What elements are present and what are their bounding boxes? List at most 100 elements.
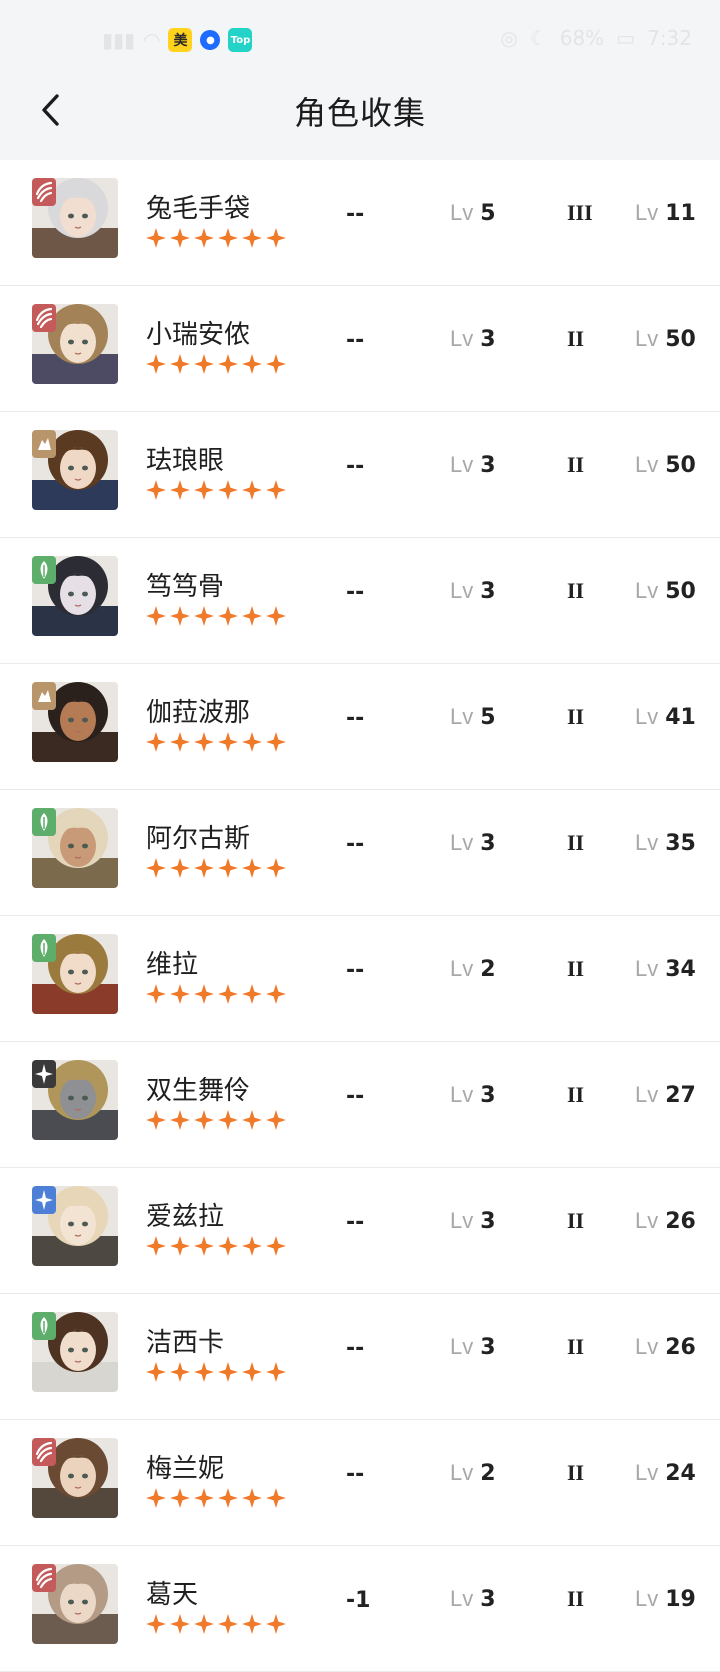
top-bar: ▮▮▮ ◠ 美 ● Top ◎ ☾ 68% ▭ 7:32 角色收集 [0, 0, 720, 160]
character-level: Lv 35 [635, 830, 696, 856]
lv-number: 27 [665, 1083, 696, 1108]
star-icon [266, 228, 286, 248]
lv-label: Lv [450, 1586, 474, 1611]
star-icon [170, 480, 190, 500]
lv-label: Lv [635, 452, 659, 477]
star-icon [194, 480, 214, 500]
star-icon [146, 606, 166, 626]
character-row[interactable]: 小瑞安侬 -- Lv 3 II Lv 50 [0, 286, 720, 412]
character-row[interactable]: 洁西卡 -- Lv 3 II Lv 26 [0, 1294, 720, 1420]
status-bar: ▮▮▮ ◠ 美 ● Top ◎ ☾ 68% ▭ 7:32 [0, 0, 720, 80]
star-icon [266, 480, 286, 500]
character-row[interactable]: 笃笃骨 -- Lv 3 II Lv 50 [0, 538, 720, 664]
star-icon [146, 1362, 166, 1382]
lv-number: 3 [480, 1083, 496, 1108]
insight-value: -- [346, 1210, 365, 1235]
moon-icon: ☾ [529, 26, 548, 50]
insight-value: -- [346, 958, 365, 983]
rarity-stars [146, 732, 286, 752]
star-icon [170, 1362, 190, 1382]
star-icon [266, 732, 286, 752]
lv-number: 3 [480, 831, 496, 856]
character-name: 爱兹拉 [146, 1202, 225, 1232]
character-row[interactable]: 珐琅眼 -- Lv 3 II Lv 50 [0, 412, 720, 538]
plant-icon [32, 808, 56, 836]
star-icon [242, 354, 262, 374]
insight-rank: II [567, 452, 585, 477]
lv-label: Lv [635, 704, 659, 729]
star-icon [242, 480, 262, 500]
character-name: 洁西卡 [146, 1328, 225, 1358]
lv-number: 3 [480, 1209, 496, 1234]
character-name: 小瑞安侬 [146, 320, 251, 350]
character-level: Lv 26 [635, 1334, 696, 1360]
star-icon [146, 1614, 166, 1634]
character-name: 梅兰妮 [146, 1454, 225, 1484]
character-level: Lv 50 [635, 452, 696, 478]
rarity-stars [146, 228, 286, 248]
star-icon [218, 1614, 238, 1634]
character-row[interactable]: 梅兰妮 -- Lv 2 II Lv 24 [0, 1420, 720, 1546]
rarity-stars [146, 984, 286, 1004]
skill-level: Lv 3 [450, 452, 496, 478]
character-list[interactable]: 兔毛手袋 -- Lv 5 III Lv 11 小瑞安侬 -- Lv 3 II Lv 50 珐琅眼 --… [0, 160, 720, 1672]
star-icon [194, 984, 214, 1004]
lv-label: Lv [635, 956, 659, 981]
character-name: 兔毛手袋 [146, 194, 251, 224]
status-right-icons: ◎ ☾ 68% ▭ 7:32 [500, 26, 692, 50]
star-icon [170, 858, 190, 878]
lv-number: 5 [480, 705, 496, 730]
lv-label: Lv [635, 1460, 659, 1485]
star-icon [194, 732, 214, 752]
star-icon [194, 228, 214, 248]
skill-level: Lv 3 [450, 1334, 496, 1360]
app-badge-mei: 美 [168, 28, 193, 52]
clock: 7:32 [647, 26, 692, 50]
lv-label: Lv [450, 1208, 474, 1233]
star-icon [266, 354, 286, 374]
character-level: Lv 50 [635, 578, 696, 604]
insight-value: -- [346, 454, 365, 479]
character-row[interactable]: 维拉 -- Lv 2 II Lv 34 [0, 916, 720, 1042]
wifi-icon: ◠ [143, 28, 161, 52]
insight-rank: II [567, 1082, 585, 1107]
rarity-stars [146, 354, 286, 374]
star-icon [194, 1488, 214, 1508]
star-icon [218, 606, 238, 626]
skill-level: Lv 5 [450, 200, 496, 226]
insight-rank: II [567, 578, 585, 603]
eye-icon: ◎ [500, 26, 518, 50]
star-icon [218, 1362, 238, 1382]
insight-value: -- [346, 706, 365, 731]
star-icon [266, 1110, 286, 1130]
lv-label: Lv [635, 326, 659, 351]
star-icon [218, 228, 238, 248]
character-level: Lv 27 [635, 1082, 696, 1108]
rarity-stars [146, 1236, 286, 1256]
lv-number: 26 [665, 1335, 696, 1360]
star-icon [146, 1236, 166, 1256]
star-icon [32, 1186, 56, 1214]
insight-rank: II [567, 956, 585, 981]
star-icon [242, 606, 262, 626]
beast-icon [32, 1564, 56, 1592]
character-row[interactable]: 阿尔古斯 -- Lv 3 II Lv 35 [0, 790, 720, 916]
character-name: 双生舞伶 [146, 1076, 251, 1106]
character-name: 葛天 [146, 1580, 199, 1610]
character-row[interactable]: 兔毛手袋 -- Lv 5 III Lv 11 [0, 160, 720, 286]
insight-value: -- [346, 832, 365, 857]
character-row[interactable]: 葛天 -1 Lv 3 II Lv 19 [0, 1546, 720, 1672]
app-badge-circle-icon: ● [200, 30, 221, 50]
lv-number: 50 [665, 453, 696, 478]
lv-number: 50 [665, 579, 696, 604]
skill-level: Lv 3 [450, 1586, 496, 1612]
beast-icon [32, 178, 56, 206]
spirit-icon [32, 1060, 56, 1088]
lv-number: 34 [665, 957, 696, 982]
star-icon [242, 1110, 262, 1130]
character-row[interactable]: 伽菈波那 -- Lv 5 II Lv 41 [0, 664, 720, 790]
character-row[interactable]: 双生舞伶 -- Lv 3 II Lv 27 [0, 1042, 720, 1168]
star-icon [170, 606, 190, 626]
character-row[interactable]: 爱兹拉 -- Lv 3 II Lv 26 [0, 1168, 720, 1294]
character-name: 珐琅眼 [146, 446, 225, 476]
